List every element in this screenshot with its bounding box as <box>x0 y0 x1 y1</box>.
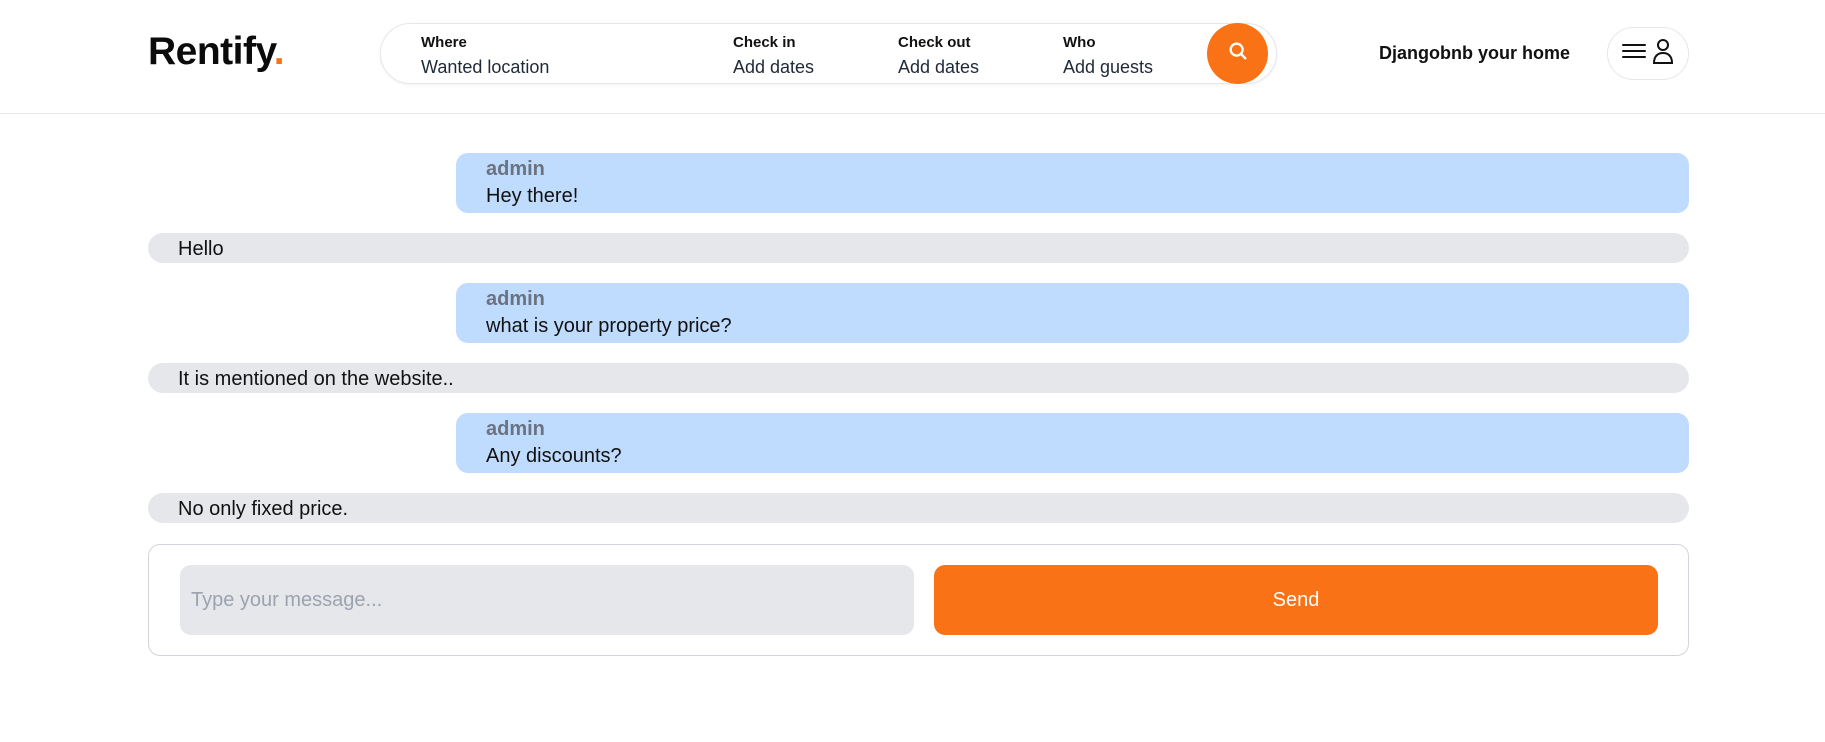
search-checkin-label: Check in <box>733 34 796 51</box>
message-input[interactable] <box>180 565 914 635</box>
search-who-field[interactable]: Who Add guests <box>1063 33 1153 79</box>
search-checkout-field[interactable]: Check out Add dates <box>898 33 979 79</box>
message-text: It is mentioned on the website.. <box>178 368 454 390</box>
brand-logo[interactable]: Rentify. <box>148 30 285 74</box>
hamburger-icon <box>1621 40 1647 67</box>
message-text: Hey there! <box>486 185 579 207</box>
message-bubble-sent: admin what is your property price? <box>456 283 1689 343</box>
search-checkin-field[interactable]: Check in Add dates <box>733 33 814 79</box>
search-where-value: Wanted location <box>421 57 550 77</box>
search-where-field[interactable]: Where Wanted location <box>421 33 549 79</box>
send-button[interactable]: Send <box>934 565 1658 635</box>
message-text: No only fixed price. <box>178 498 349 520</box>
message-bubble-received: No only fixed price. <box>148 493 1689 523</box>
message-sender: admin <box>486 418 545 440</box>
search-bar: Where Wanted location Check in Add dates… <box>380 23 1277 84</box>
message-bubble-sent: admin Hey there! <box>456 153 1689 213</box>
search-checkin-value: Add dates <box>733 57 815 77</box>
search-button[interactable] <box>1207 23 1268 84</box>
search-icon <box>1227 40 1249 67</box>
search-where-label: Where <box>421 34 467 51</box>
message-sender: admin <box>486 288 545 310</box>
search-who-label: Who <box>1063 34 1096 51</box>
user-icon <box>1651 37 1675 70</box>
message-text: Any discounts? <box>486 445 622 467</box>
search-checkout-label: Check out <box>898 34 971 51</box>
host-home-link[interactable]: Djangobnb your home <box>1379 43 1570 64</box>
message-text: Hello <box>178 238 224 260</box>
brand-name: Rentify <box>148 30 274 73</box>
message-bubble-received: Hello <box>148 233 1689 263</box>
message-composer: Send <box>148 544 1689 656</box>
search-checkout-value: Add dates <box>898 57 980 77</box>
user-menu-button[interactable] <box>1607 27 1689 80</box>
message-bubble-sent: admin Any discounts? <box>456 413 1689 473</box>
brand-dot: . <box>273 30 285 73</box>
message-bubble-received: It is mentioned on the website.. <box>148 363 1689 393</box>
message-sender: admin <box>486 158 545 180</box>
message-text: what is your property price? <box>486 315 732 337</box>
navbar: Rentify. Where Wanted location Check in … <box>0 0 1825 114</box>
search-who-value: Add guests <box>1063 57 1154 77</box>
